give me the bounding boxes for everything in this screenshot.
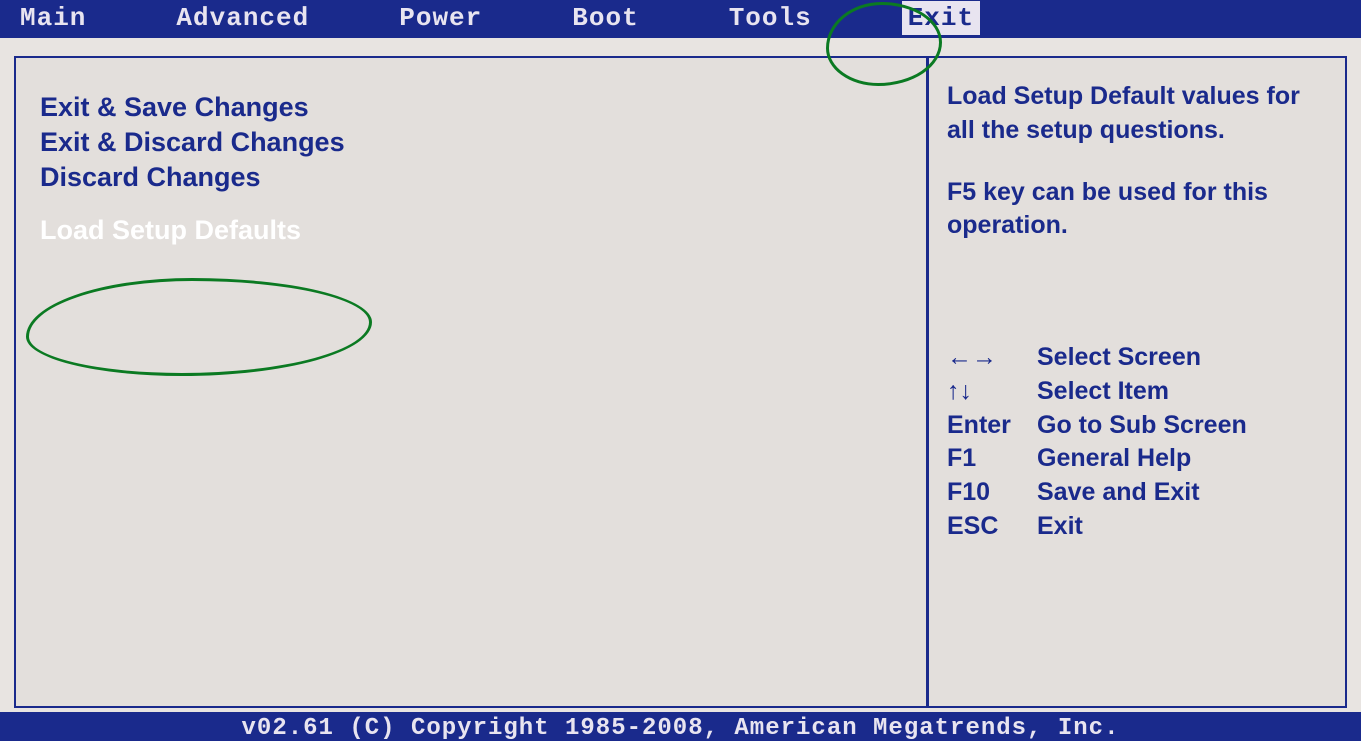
key-desc: Select Screen [1037, 341, 1201, 375]
key-help-row: F10Save and Exit [947, 476, 1327, 510]
menu-exit-save-changes[interactable]: Exit & Save Changes [40, 92, 902, 123]
help-panel: Load Setup Default values for all the se… [926, 58, 1345, 706]
key-help-row: ←→Select Screen [947, 341, 1327, 375]
key-desc: Select Item [1037, 375, 1169, 409]
key-help-row: ESCExit [947, 510, 1327, 544]
key-arrows-lr-icon: ←→ [947, 341, 1037, 375]
key-desc: Save and Exit [1037, 476, 1200, 510]
key-esc: ESC [947, 510, 1037, 544]
key-help-row: EnterGo to Sub Screen [947, 409, 1327, 443]
tab-power[interactable]: Power [399, 3, 482, 33]
key-f10: F10 [947, 476, 1037, 510]
tab-exit[interactable]: Exit [902, 1, 980, 35]
tab-advanced[interactable]: Advanced [176, 3, 309, 33]
key-help-row: ↑↓Select Item [947, 375, 1327, 409]
key-arrows-ud-icon: ↑↓ [947, 375, 1037, 409]
bios-menubar: Main Advanced Power Boot Tools Exit [0, 0, 1361, 38]
key-desc: Exit [1037, 510, 1083, 544]
tab-boot[interactable]: Boot [572, 3, 638, 33]
menu-exit-discard-changes[interactable]: Exit & Discard Changes [40, 127, 902, 158]
help-text: Load Setup Default values for all the se… [947, 80, 1327, 271]
exit-menu-panel: Exit & Save Changes Exit & Discard Chang… [16, 58, 926, 706]
key-desc: Go to Sub Screen [1037, 409, 1247, 443]
key-desc: General Help [1037, 442, 1191, 476]
menu-discard-changes[interactable]: Discard Changes [40, 162, 902, 193]
key-enter: Enter [947, 409, 1037, 443]
bios-footer: v02.61 (C) Copyright 1985-2008, American… [0, 712, 1361, 741]
tab-tools[interactable]: Tools [729, 3, 812, 33]
annotation-circle-load [26, 278, 372, 376]
tab-main[interactable]: Main [20, 3, 86, 33]
menu-load-setup-defaults[interactable]: Load Setup Defaults [40, 215, 902, 246]
help-para-2: F5 key can be used for this operation. [947, 176, 1327, 244]
bios-body: Exit & Save Changes Exit & Discard Chang… [14, 56, 1347, 708]
key-help: ←→Select Screen ↑↓Select Item EnterGo to… [947, 341, 1327, 544]
help-para-1: Load Setup Default values for all the se… [947, 80, 1327, 148]
key-f1: F1 [947, 442, 1037, 476]
key-help-row: F1General Help [947, 442, 1327, 476]
